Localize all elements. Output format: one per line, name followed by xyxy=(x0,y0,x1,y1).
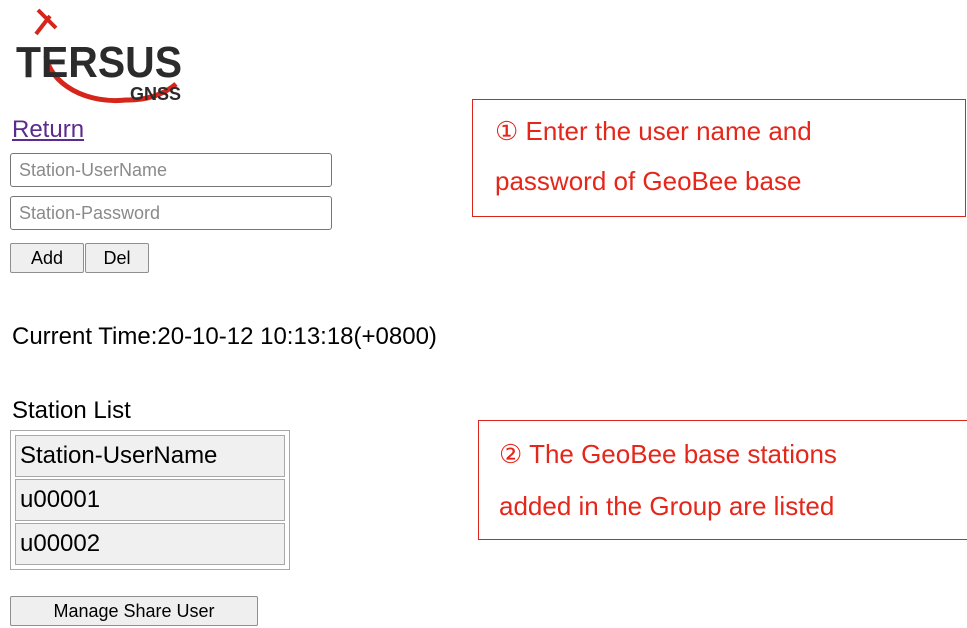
station-list-table: Station-UserName u00001 u00002 xyxy=(10,430,290,570)
annotation-line: added in the Group are listed xyxy=(499,491,835,521)
current-time-text: Current Time:20-10-12 10:13:18(+0800) xyxy=(12,323,437,350)
annotation-line: password of GeoBee base xyxy=(495,166,802,196)
table-row: u00001 xyxy=(15,479,285,521)
annotation-box-1: ① Enter the user name and password of Ge… xyxy=(472,99,966,217)
table-header-cell: Station-UserName xyxy=(15,435,285,477)
manage-share-user-button[interactable]: Manage Share User xyxy=(10,596,258,626)
del-button[interactable]: Del xyxy=(85,243,149,273)
logo-brand-text: TERSUS xyxy=(16,38,182,87)
annotation-line: ② The GeoBee base stations xyxy=(499,439,837,469)
add-button[interactable]: Add xyxy=(10,243,84,273)
annotation-line: ① Enter the user name and xyxy=(495,116,812,146)
annotation-box-2: ② The GeoBee base stations added in the … xyxy=(478,420,967,540)
table-row: u00002 xyxy=(15,523,285,565)
station-username-input[interactable] xyxy=(10,153,332,187)
return-link[interactable]: Return xyxy=(12,116,84,144)
logo-sub-text: GNSS xyxy=(130,84,181,104)
logo-star-mark xyxy=(34,8,58,36)
station-password-input[interactable] xyxy=(10,196,332,230)
tersus-gnss-logo: TERSUS GNSS xyxy=(16,8,182,104)
station-list-title: Station List xyxy=(12,397,131,424)
